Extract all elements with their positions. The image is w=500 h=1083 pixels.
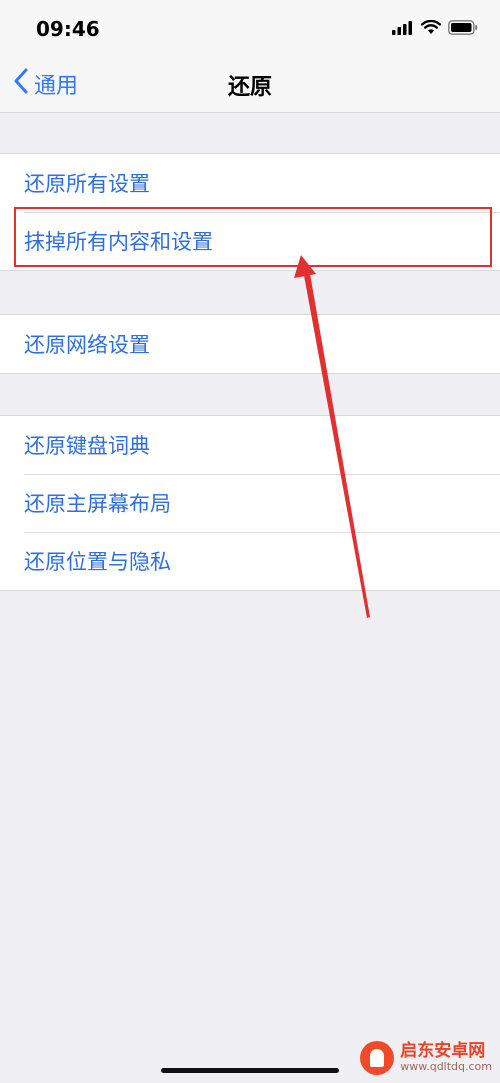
settings-screen: 09:46 通用 还原 还原所有设置 抹掉所有内容和设置 还原网络设置 还原键盘… <box>0 0 500 1083</box>
watermark: 启东安卓网 www.qdltdq.com <box>360 1041 492 1075</box>
watermark-logo-icon <box>360 1041 395 1075</box>
home-indicator <box>161 1068 339 1073</box>
arrow-annotation <box>294 255 370 618</box>
watermark-url: www.qdltdq.com <box>400 1060 492 1074</box>
watermark-title: 启东安卓网 <box>400 1041 486 1062</box>
watermark-text: 启东安卓网 www.qdltdq.com <box>400 1041 492 1074</box>
